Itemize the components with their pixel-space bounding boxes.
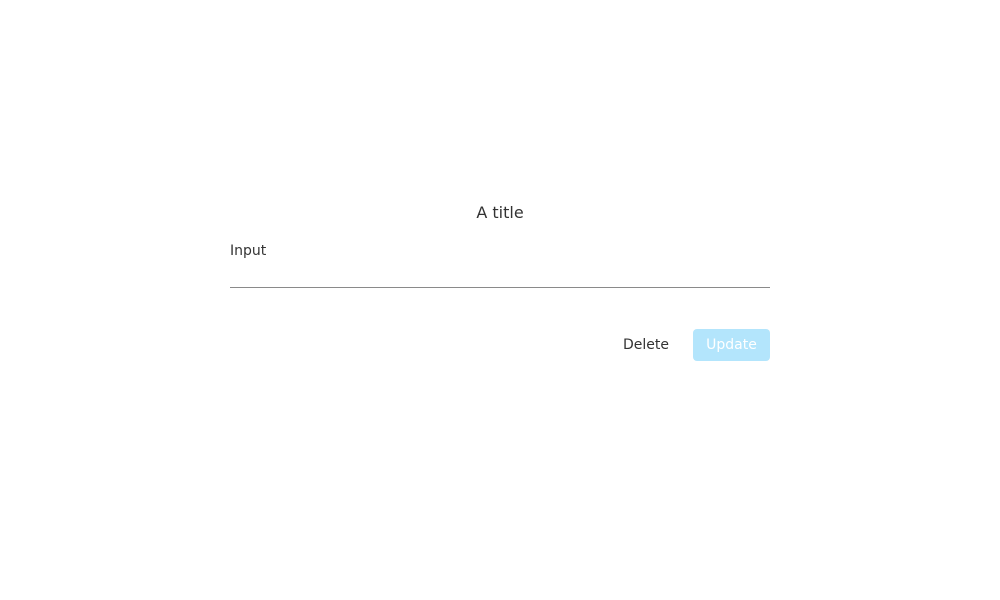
input-field[interactable] xyxy=(230,264,770,288)
dialog-title: A title xyxy=(476,203,524,222)
edit-dialog: A title Input Delete Update xyxy=(230,200,770,361)
update-button[interactable]: Update xyxy=(693,329,770,361)
input-label: Input xyxy=(230,243,267,259)
dialog-actions: Delete Update xyxy=(230,329,770,361)
delete-button[interactable]: Delete xyxy=(610,329,682,361)
